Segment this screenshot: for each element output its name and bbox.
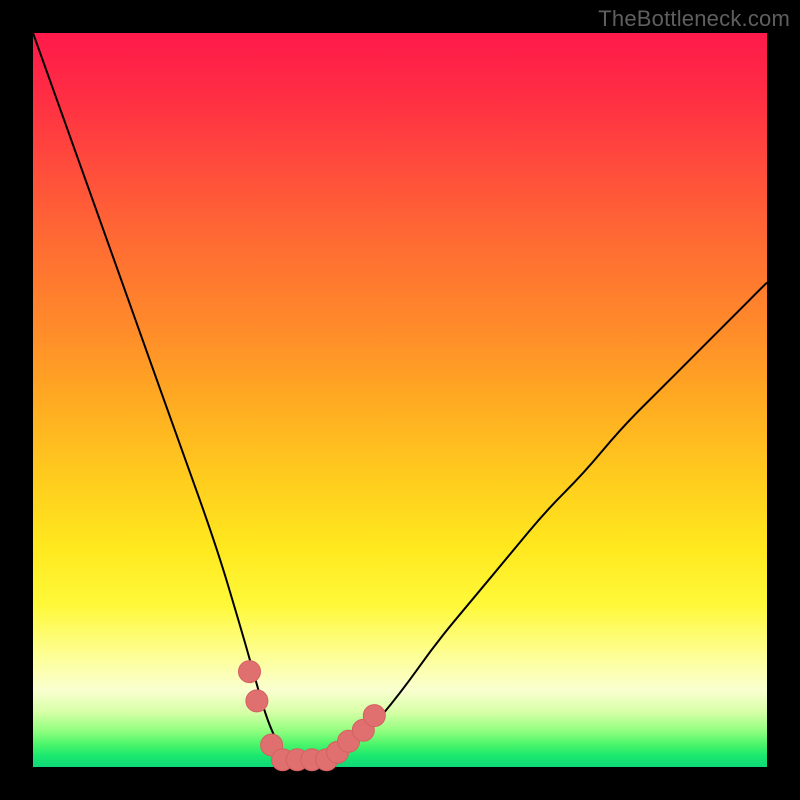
watermark-text: TheBottleneck.com (598, 6, 790, 32)
data-marker (246, 690, 268, 712)
data-marker (363, 705, 385, 727)
chart-overlay (33, 33, 767, 767)
chart-frame: TheBottleneck.com (0, 0, 800, 800)
plot-area (33, 33, 767, 767)
marker-group (239, 661, 386, 771)
bottleneck-curve (33, 33, 767, 760)
data-marker (239, 661, 261, 683)
